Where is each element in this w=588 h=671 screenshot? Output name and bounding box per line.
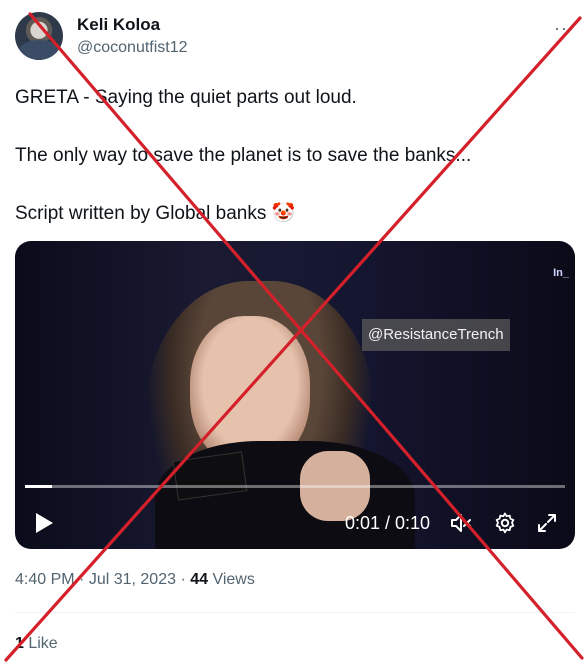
video-player[interactable]: @ResistanceTrench In_ 0:01 / 0:10	[15, 241, 575, 549]
more-options-icon[interactable]: ···	[554, 18, 575, 39]
avatar[interactable]	[15, 12, 63, 60]
settings-gear-icon[interactable]	[493, 511, 517, 535]
display-name[interactable]: Keli Koloa	[77, 15, 188, 35]
meta-separator: ·	[176, 571, 191, 588]
clown-emoji: 🤡	[271, 203, 296, 224]
divider	[15, 612, 575, 613]
tweet-time[interactable]: 4:40 PM	[15, 571, 75, 588]
video-watermark: @ResistanceTrench	[362, 319, 510, 351]
video-time: 0:01 / 0:10	[345, 513, 431, 533]
tweet-line-3: Script written by Global banks 🤡	[15, 200, 575, 228]
tweet-line-1: GRETA - Saying the quiet parts out loud.	[15, 87, 357, 108]
tweet-line-2: The only way to save the planet is to sa…	[15, 145, 472, 166]
views-count: 44	[190, 571, 209, 588]
tweet-text: GRETA - Saying the quiet parts out loud.…	[15, 84, 575, 258]
likes-count: 1	[15, 635, 24, 652]
likes-stat[interactable]: 1 Like	[15, 633, 58, 655]
user-handle[interactable]: @coconutfist12	[77, 37, 188, 59]
user-info: Keli Koloa @coconutfist12	[77, 15, 188, 59]
tweet-meta: 4:40 PM · Jul 31, 2023 · 44 Views	[15, 569, 255, 591]
channel-logo: In_	[553, 267, 569, 279]
video-progress-fill	[25, 485, 52, 488]
meta-separator: ·	[74, 571, 89, 588]
video-controls: 0:01 / 0:10	[15, 503, 575, 543]
tweet-line-3-text: Script written by Global banks	[15, 203, 267, 224]
mute-icon[interactable]	[449, 511, 473, 535]
tweet-header: Keli Koloa @coconutfist12 ···	[15, 12, 575, 62]
likes-label: Like	[23, 635, 58, 652]
views-label: Views	[208, 571, 255, 588]
video-progress-bar[interactable]	[25, 485, 565, 488]
fullscreen-icon[interactable]	[535, 511, 559, 535]
tweet-date[interactable]: Jul 31, 2023	[89, 571, 176, 588]
play-icon[interactable]	[33, 511, 55, 535]
